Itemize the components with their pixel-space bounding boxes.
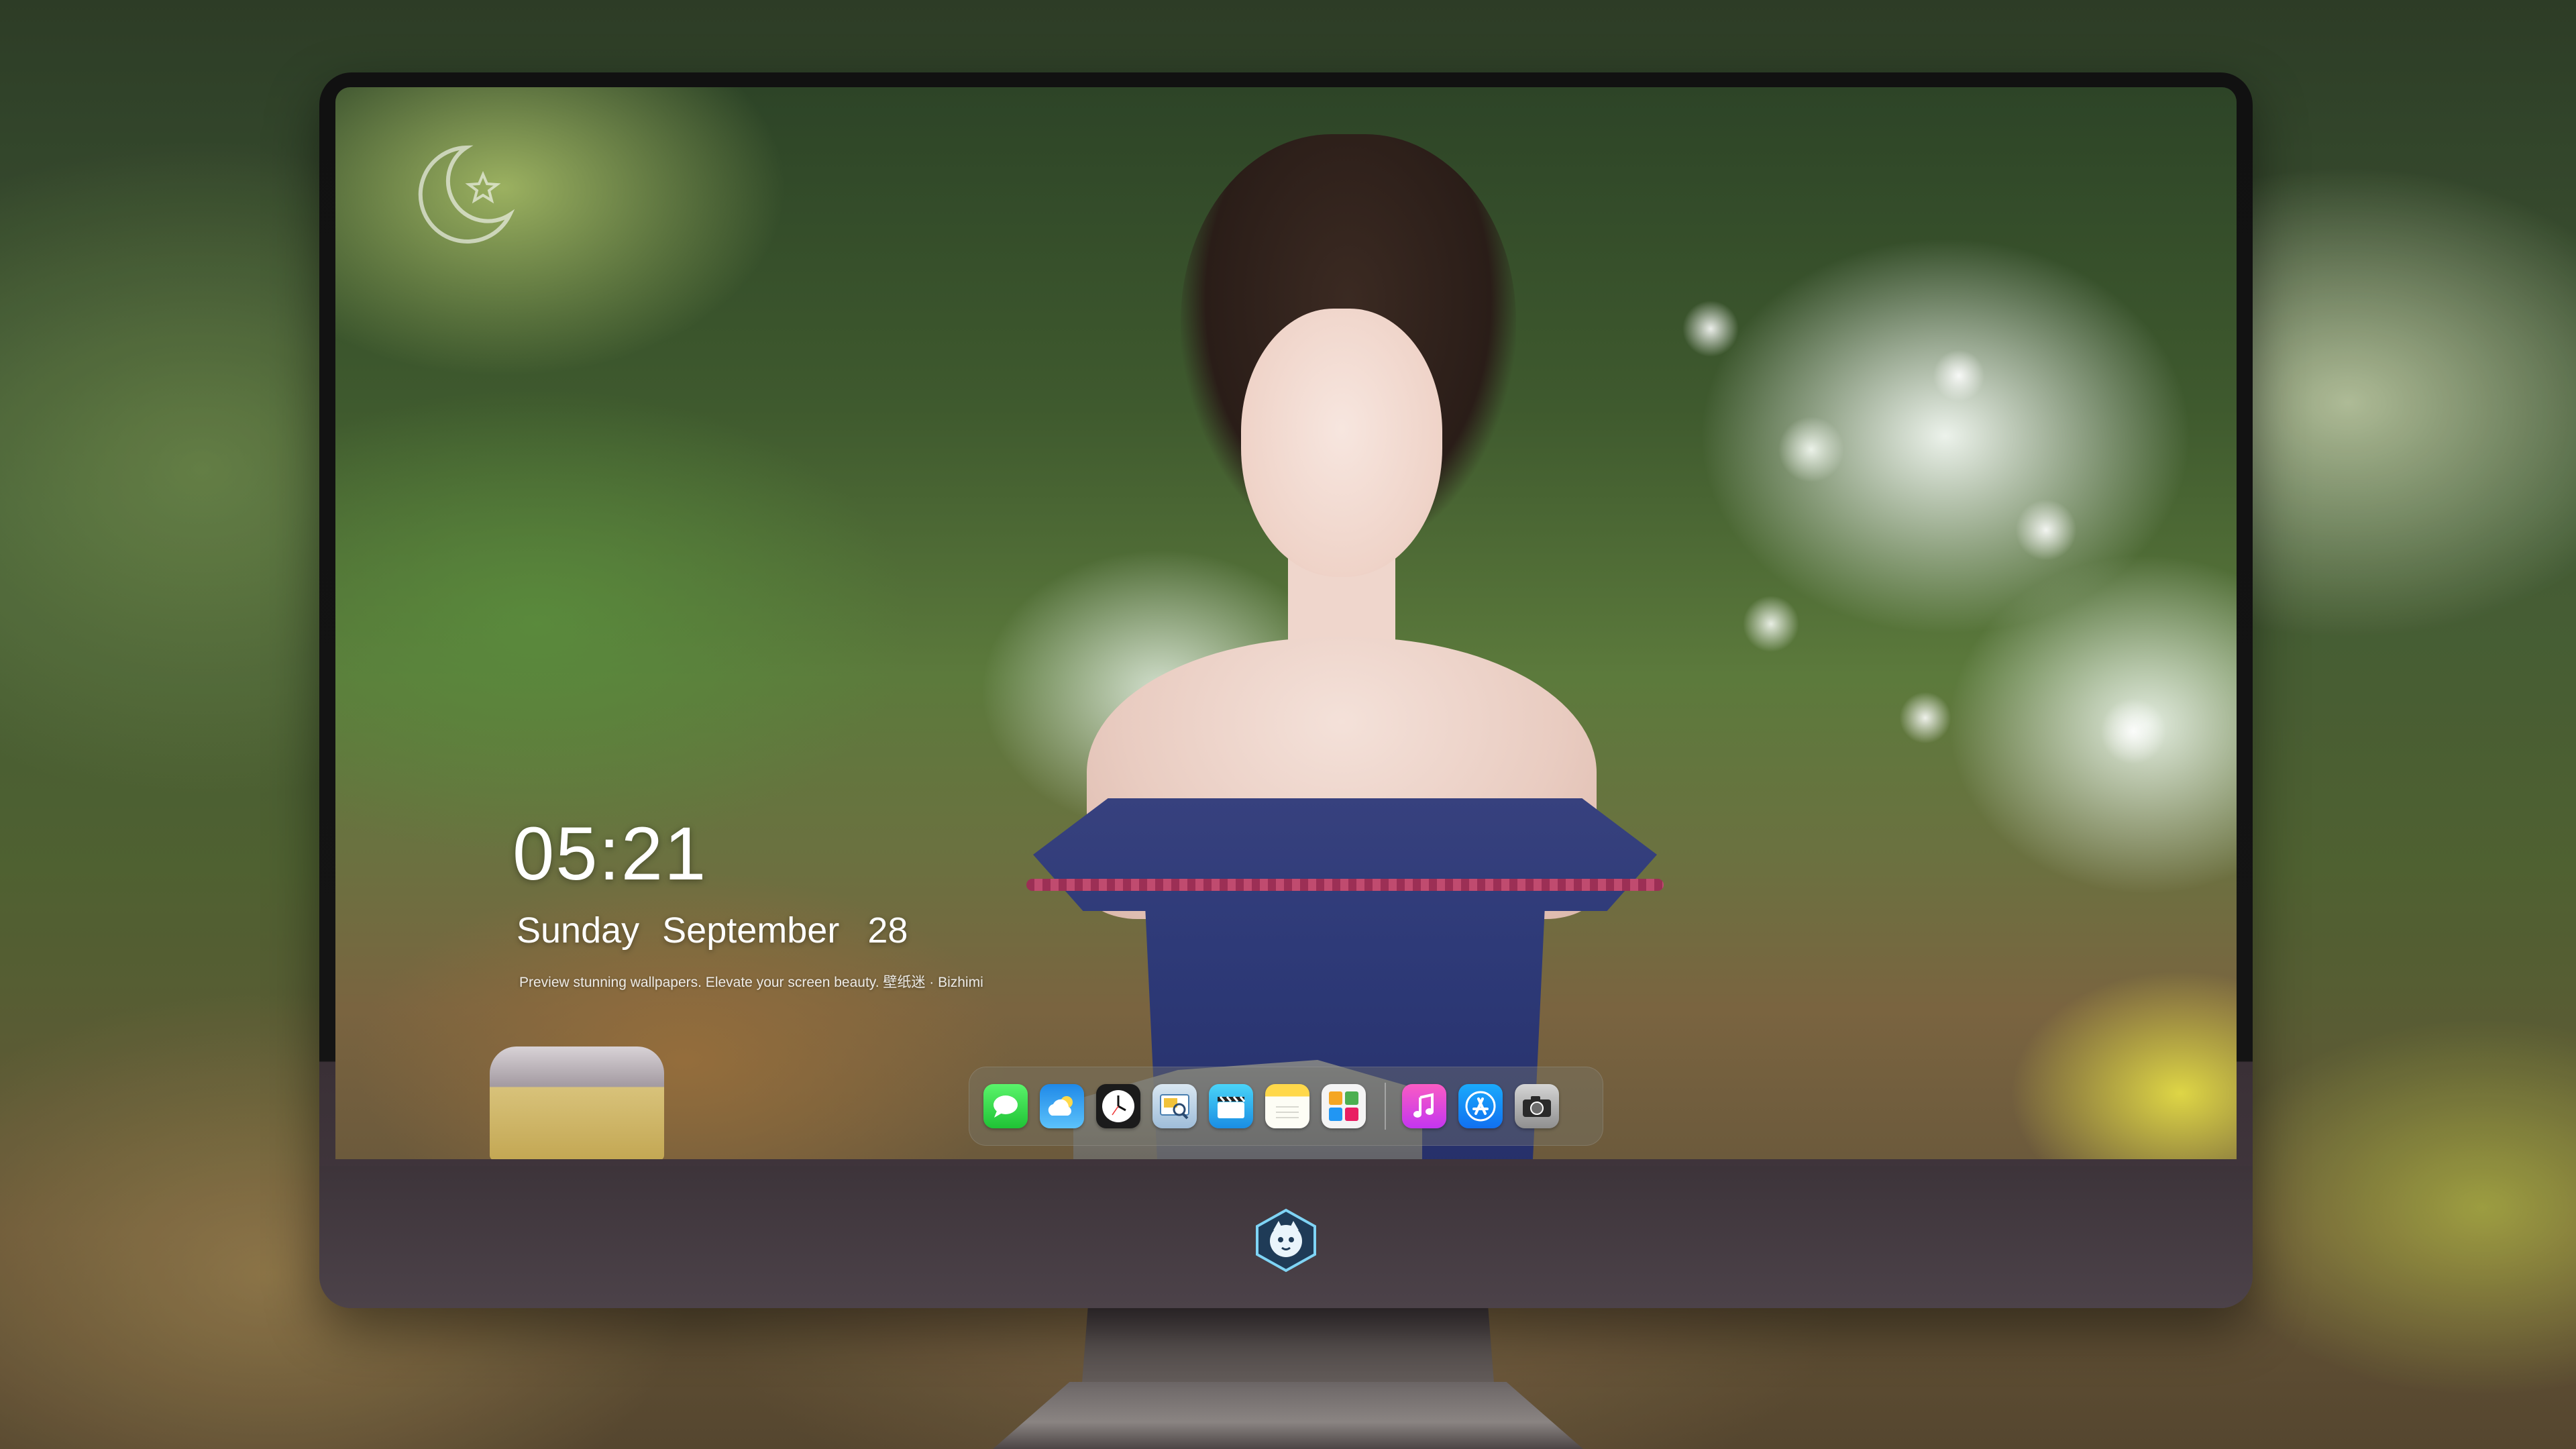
- mascot-logo-icon: [1256, 1208, 1316, 1273]
- lockscreen-date: Sunday September 28: [517, 910, 908, 951]
- camera-icon[interactable]: [1515, 1084, 1559, 1128]
- lockscreen-time: 05:21: [513, 812, 708, 896]
- wallpaper-figure-face: [1241, 309, 1442, 577]
- music-icon[interactable]: [1402, 1084, 1446, 1128]
- lockscreen-weekday: Sunday: [517, 910, 640, 951]
- wallpaper-caption: Preview stunning wallpapers. Elevate you…: [519, 975, 983, 990]
- notes-icon[interactable]: [1265, 1084, 1309, 1128]
- desktop-screen: 05:21 Sunday September 28 Preview stunning…: [335, 87, 2237, 1159]
- video-clapper-icon[interactable]: [1209, 1084, 1253, 1128]
- preview-icon[interactable]: [1152, 1084, 1197, 1128]
- clock-icon[interactable]: [1096, 1084, 1140, 1128]
- moon-logo-icon: [418, 145, 515, 244]
- lockscreen-month: September: [662, 910, 840, 951]
- messages-icon[interactable]: [983, 1084, 1028, 1128]
- monitor-stand-base: [993, 1382, 1583, 1449]
- dock-separator: [1385, 1083, 1386, 1130]
- monitor-frame: 05:21 Sunday September 28 Preview stunning…: [319, 72, 2253, 1308]
- wallpaper-bag: [490, 1046, 664, 1159]
- dock: [969, 1067, 1603, 1146]
- wallpaper-flowers: [1610, 248, 2237, 852]
- weather-icon[interactable]: [1040, 1084, 1084, 1128]
- lockscreen-day: 28: [867, 910, 908, 951]
- photos-icon[interactable]: [1322, 1084, 1366, 1128]
- monitor-chin: [319, 1166, 2253, 1308]
- app-store-icon[interactable]: [1458, 1084, 1503, 1128]
- wallpaper-figure-ruffle: [1026, 879, 1664, 891]
